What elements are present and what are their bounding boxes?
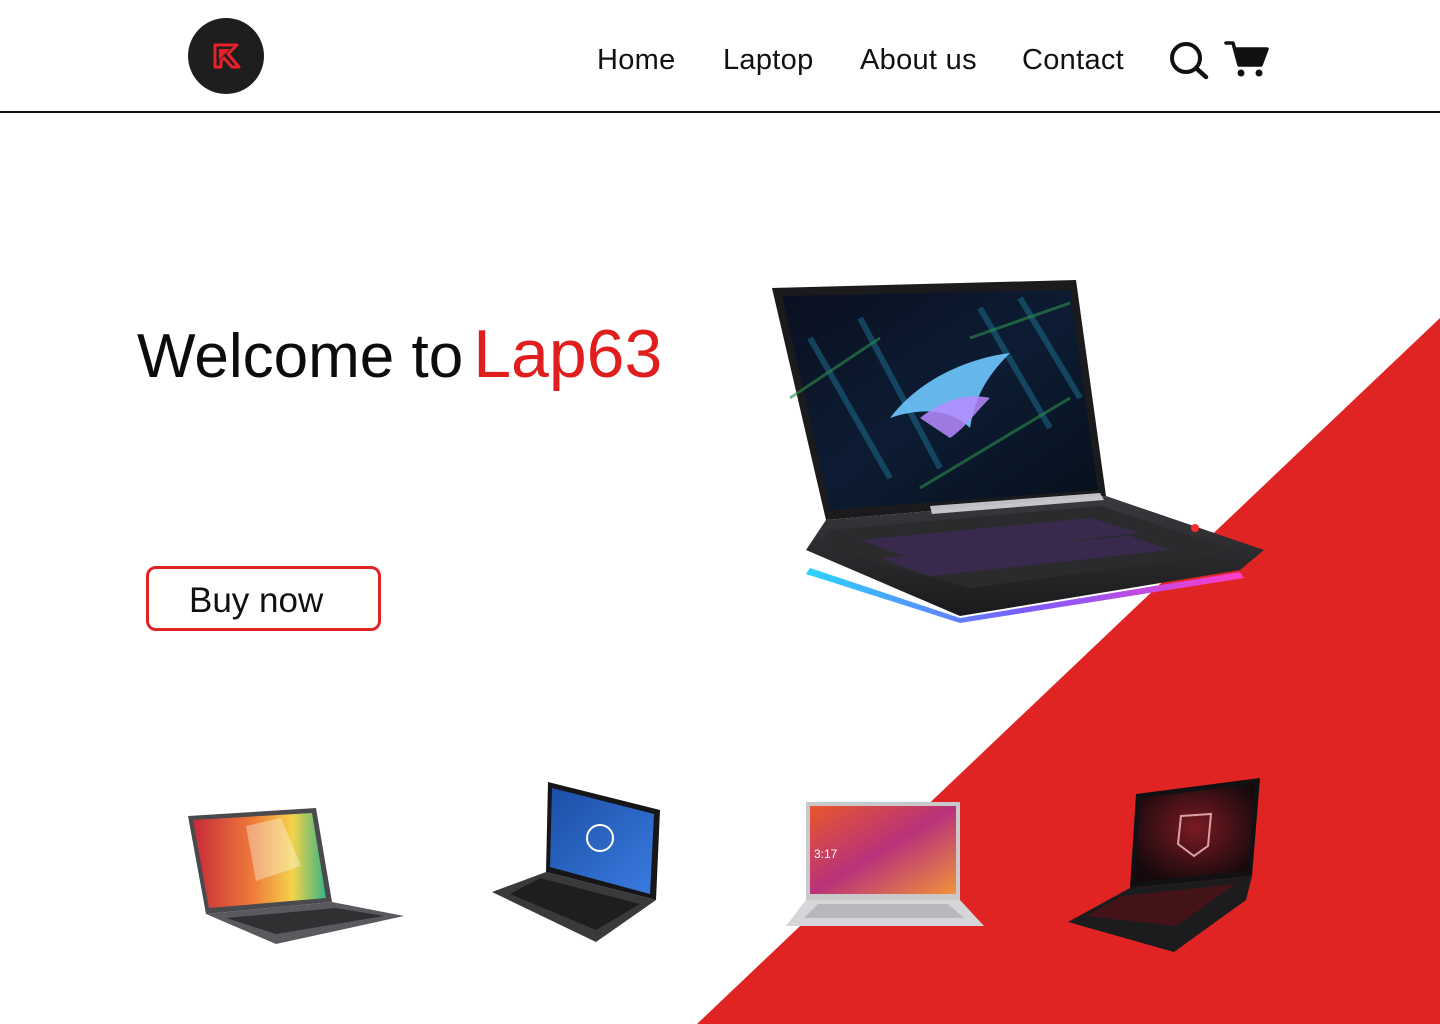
laptop-vivobook-image[interactable] (186, 806, 406, 946)
search-icon[interactable] (1168, 40, 1210, 80)
hero-welcome-text: Welcome to (137, 322, 464, 391)
lap63-logo-icon (213, 43, 241, 69)
cart-icon[interactable] (1224, 40, 1270, 78)
laptop-asus-silver-image[interactable]: 3:17 (784, 800, 986, 932)
laptop-rog-gaming-image (772, 280, 1264, 623)
logo[interactable] (188, 18, 264, 94)
site-header: Home Laptop About us Contact (0, 0, 1440, 113)
hero-brand-text: Lap63 (473, 316, 663, 392)
nav-laptop[interactable]: Laptop (723, 38, 814, 82)
landing-page: Home Laptop About us Contact Welcome to L… (0, 0, 1440, 1024)
buy-now-button[interactable]: Buy now (146, 566, 381, 631)
hero-title: Welcome to Lap63 (137, 312, 662, 399)
nav-home[interactable]: Home (597, 38, 676, 82)
laptop-msi-gaming-image[interactable] (1066, 776, 1262, 956)
nav-about-us[interactable]: About us (860, 38, 977, 82)
asus-screen-clock: 3:17 (814, 847, 838, 861)
laptop-dell-xps-image[interactable] (490, 780, 662, 944)
nav-contact[interactable]: Contact (1022, 38, 1124, 82)
